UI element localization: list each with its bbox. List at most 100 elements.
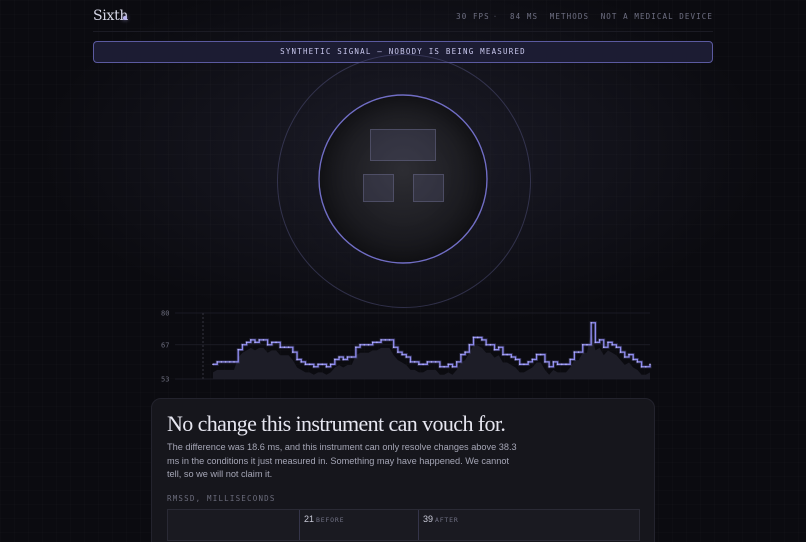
- data-point: [531, 358, 534, 361]
- data-point: [569, 358, 571, 361]
- data-point: [628, 353, 630, 356]
- data-point: [401, 353, 403, 356]
- data-point: [464, 351, 466, 353]
- data-point: [426, 361, 429, 363]
- data-point: [636, 361, 639, 363]
- data-point: [405, 356, 408, 358]
- disclaimer-text: NOT A MEDICAL DEVICE: [600, 12, 713, 21]
- data-point: [287, 346, 290, 349]
- separator: ·: [492, 12, 499, 21]
- methods-link[interactable]: METHODS: [550, 12, 589, 21]
- data-point: [556, 363, 559, 366]
- data-point: [388, 339, 391, 341]
- data-point: [346, 356, 349, 358]
- data-point: [619, 351, 622, 353]
- data-point: [573, 351, 576, 353]
- data-point: [502, 353, 504, 356]
- data-point: [451, 365, 454, 368]
- data-point: [602, 346, 605, 349]
- header-divider: [93, 31, 713, 32]
- data-point: [472, 336, 475, 339]
- fps-readout: 30 FPS: [456, 12, 490, 21]
- data-point: [317, 363, 319, 366]
- data-point: [514, 358, 517, 361]
- data-point: [216, 361, 219, 363]
- data-point: [279, 346, 282, 349]
- data-point: [321, 363, 324, 366]
- data-point: [308, 363, 311, 366]
- forehead-region: [370, 129, 436, 161]
- data-point: [409, 361, 412, 363]
- data-point: [577, 351, 580, 353]
- signal-chart-svg: 80 67 53: [161, 310, 652, 384]
- data-point: [430, 361, 433, 363]
- data-point: [598, 339, 601, 341]
- data-point: [615, 346, 618, 349]
- data-point: [468, 343, 471, 346]
- y-tick-label: 53: [161, 376, 169, 384]
- data-point: [586, 343, 588, 346]
- data-point: [413, 361, 416, 363]
- data-point: [359, 343, 361, 346]
- data-point: [548, 365, 550, 368]
- metric-label: RMSSD, MILLISECONDS: [167, 494, 276, 503]
- data-point: [376, 341, 378, 344]
- latency-readout: 84 MS: [510, 12, 539, 21]
- data-point: [237, 348, 240, 351]
- data-point: [623, 356, 626, 358]
- data-point: [384, 339, 387, 341]
- data-point: [342, 358, 345, 361]
- result-title: No change this instrument can vouch for.: [167, 411, 506, 436]
- data-point: [334, 358, 336, 361]
- result-body: The difference was 18.6 ms, and this ins…: [167, 442, 517, 479]
- after-value: 39: [423, 514, 434, 524]
- series-area: [213, 330, 650, 379]
- before-metric: 21 BEFORE: [299, 510, 418, 540]
- data-point: [455, 361, 458, 363]
- data-point: [649, 363, 651, 366]
- data-point: [241, 343, 244, 346]
- data-point: [392, 346, 395, 349]
- data-point: [434, 361, 437, 363]
- data-point: [481, 339, 483, 341]
- data-point: [644, 365, 647, 368]
- data-point: [304, 363, 307, 366]
- y-tick-label: 67: [161, 341, 169, 349]
- data-point: [544, 361, 546, 363]
- data-point: [380, 339, 382, 341]
- after-label: AFTER: [435, 516, 459, 524]
- data-point: [443, 365, 445, 368]
- data-point: [292, 351, 294, 353]
- data-point: [594, 341, 597, 344]
- metric-comparison: 21 BEFORE 39 AFTER: [167, 509, 640, 541]
- top-bar: Sixth 30 FPS · 84 MS METHODS NOT A MEDICA…: [93, 6, 713, 28]
- data-point: [224, 361, 227, 363]
- data-point: [485, 343, 487, 346]
- data-point: [254, 341, 256, 344]
- data-point: [527, 361, 529, 363]
- right-cheek-region: [413, 174, 444, 202]
- data-point: [506, 353, 508, 356]
- before-label: BEFORE: [316, 516, 345, 524]
- data-point: [510, 356, 513, 358]
- y-tick-label: 80: [161, 310, 169, 318]
- data-point: [338, 356, 340, 358]
- data-point: [350, 356, 353, 358]
- data-point: [329, 363, 332, 366]
- data-point: [363, 343, 366, 346]
- data-point: [497, 346, 500, 349]
- data-point: [460, 353, 462, 356]
- data-point: [296, 358, 298, 361]
- data-point: [233, 361, 235, 363]
- data-point: [367, 343, 370, 346]
- data-point: [262, 339, 265, 341]
- data-point: [229, 361, 231, 363]
- status-dot-icon: [123, 16, 127, 20]
- before-value: 21: [304, 514, 315, 524]
- data-point: [283, 346, 286, 349]
- data-point: [565, 363, 567, 366]
- after-metric: 39 AFTER: [418, 510, 639, 540]
- data-point: [300, 361, 303, 363]
- data-point: [476, 336, 479, 339]
- face-preview: [318, 94, 488, 264]
